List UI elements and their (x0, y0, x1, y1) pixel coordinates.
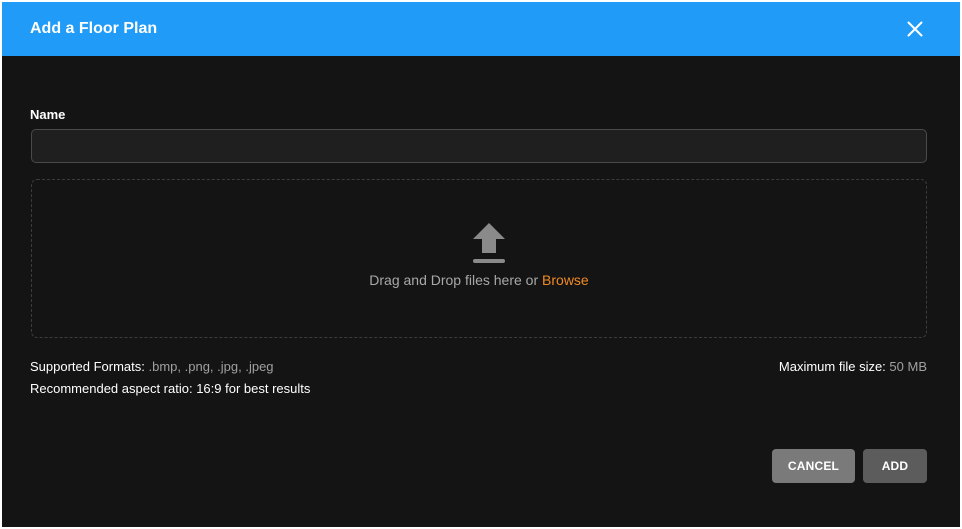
max-file-size: Maximum file size: 50 MB (779, 359, 927, 375)
name-label: Name (30, 107, 66, 122)
aspect-ratio-hint: Recommended aspect ratio: 16:9 for best … (30, 381, 311, 396)
supported-formats: Supported Formats: .bmp, .png, .jpg, .jp… (30, 359, 274, 375)
formats-label: Supported Formats: (30, 359, 149, 374)
name-input[interactable] (31, 129, 927, 163)
dialog-title: Add a Floor Plan (30, 20, 158, 37)
add-floor-plan-dialog: Add a Floor Plan Name Drag and Drop file… (2, 2, 960, 527)
dialog-header: Add a Floor Plan (2, 2, 960, 56)
maxsize-label: Maximum file size: (778, 359, 890, 374)
add-button[interactable]: ADD (863, 449, 927, 483)
upload-icon (473, 223, 505, 263)
browse-link[interactable]: Browse (542, 272, 589, 288)
formats-value: .bmp, .png, .jpg, .jpeg (148, 359, 274, 374)
dropzone-text: Drag and Drop files here or Browse (32, 271, 926, 289)
close-button[interactable] (902, 16, 928, 42)
close-icon (907, 21, 923, 37)
cancel-button[interactable]: CANCEL (772, 449, 855, 483)
file-dropzone[interactable]: Drag and Drop files here or Browse (31, 179, 927, 338)
maxsize-value: 50 MB (889, 359, 927, 374)
dropzone-instruction: Drag and Drop files here or (369, 272, 543, 288)
